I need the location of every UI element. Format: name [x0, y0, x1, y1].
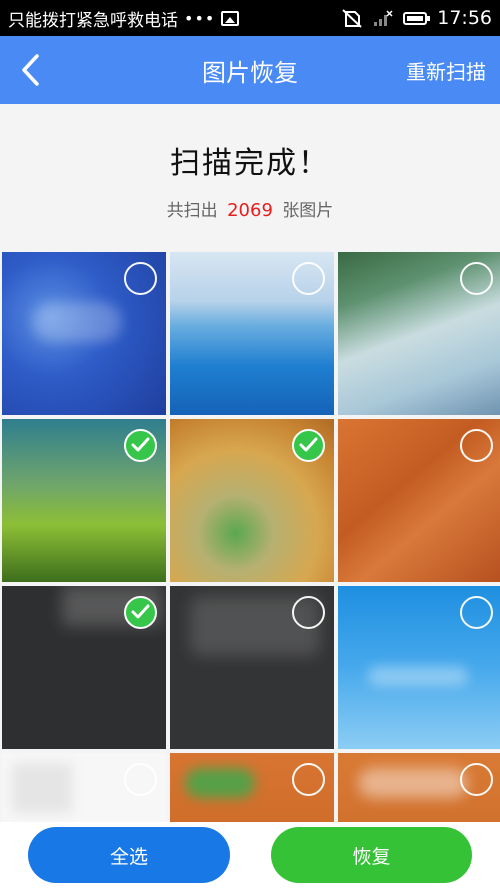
- photo-grid: [0, 252, 500, 822]
- select-checkbox[interactable]: [460, 429, 493, 462]
- select-checkbox[interactable]: [124, 262, 157, 295]
- photo-tile[interactable]: [338, 586, 500, 749]
- photo-count: 2069: [227, 200, 273, 221]
- photo-tile[interactable]: [170, 586, 334, 749]
- photo-tile[interactable]: [338, 419, 500, 582]
- image-icon: [221, 10, 240, 26]
- back-arrow-icon: [22, 54, 39, 86]
- count-prefix: 共扫出: [166, 201, 218, 221]
- select-checkbox[interactable]: [292, 429, 325, 462]
- restore-button[interactable]: 恢复: [271, 827, 472, 883]
- checkmark-icon: [131, 437, 150, 452]
- status-bar: 只能拨打紧急呼救电话 ••• 17:56: [0, 0, 500, 36]
- signal-icon: [374, 10, 393, 26]
- photo-tile[interactable]: [170, 252, 334, 415]
- select-checkbox[interactable]: [292, 763, 325, 796]
- photo-tile[interactable]: [338, 753, 500, 822]
- scan-count-text: 共扫出 2069 张图片: [0, 196, 500, 221]
- photo-tile[interactable]: [2, 753, 166, 822]
- select-checkbox[interactable]: [460, 596, 493, 629]
- no-sim-icon: [342, 9, 362, 28]
- back-button[interactable]: [0, 36, 60, 104]
- rescan-button[interactable]: 重新扫描: [406, 56, 486, 85]
- photo-tile[interactable]: [170, 419, 334, 582]
- checkmark-icon: [131, 604, 150, 619]
- select-checkbox[interactable]: [292, 596, 325, 629]
- photo-tile[interactable]: [170, 753, 334, 822]
- select-checkbox[interactable]: [460, 763, 493, 796]
- checkmark-icon: [299, 437, 318, 452]
- count-suffix: 张图片: [282, 201, 334, 221]
- photo-tile[interactable]: [2, 586, 166, 749]
- scan-summary: 扫描完成！ 共扫出 2069 张图片: [0, 104, 500, 252]
- photo-tile[interactable]: [2, 252, 166, 415]
- status-time: 17:56: [437, 7, 492, 29]
- scan-complete-title: 扫描完成！: [170, 146, 330, 181]
- select-checkbox[interactable]: [124, 429, 157, 462]
- select-all-button[interactable]: 全选: [28, 827, 230, 883]
- battery-icon: [403, 11, 431, 25]
- select-checkbox[interactable]: [460, 262, 493, 295]
- notification-dots: •••: [184, 8, 216, 28]
- photo-tile[interactable]: [338, 252, 500, 415]
- photo-tile[interactable]: [2, 419, 166, 582]
- action-bar: 全选 恢复: [0, 822, 500, 888]
- select-checkbox[interactable]: [124, 596, 157, 629]
- carrier-text: 只能拨打紧急呼救电话: [8, 10, 178, 31]
- app-header: 图片恢复 重新扫描: [0, 36, 500, 104]
- select-checkbox[interactable]: [124, 763, 157, 796]
- select-checkbox[interactable]: [292, 262, 325, 295]
